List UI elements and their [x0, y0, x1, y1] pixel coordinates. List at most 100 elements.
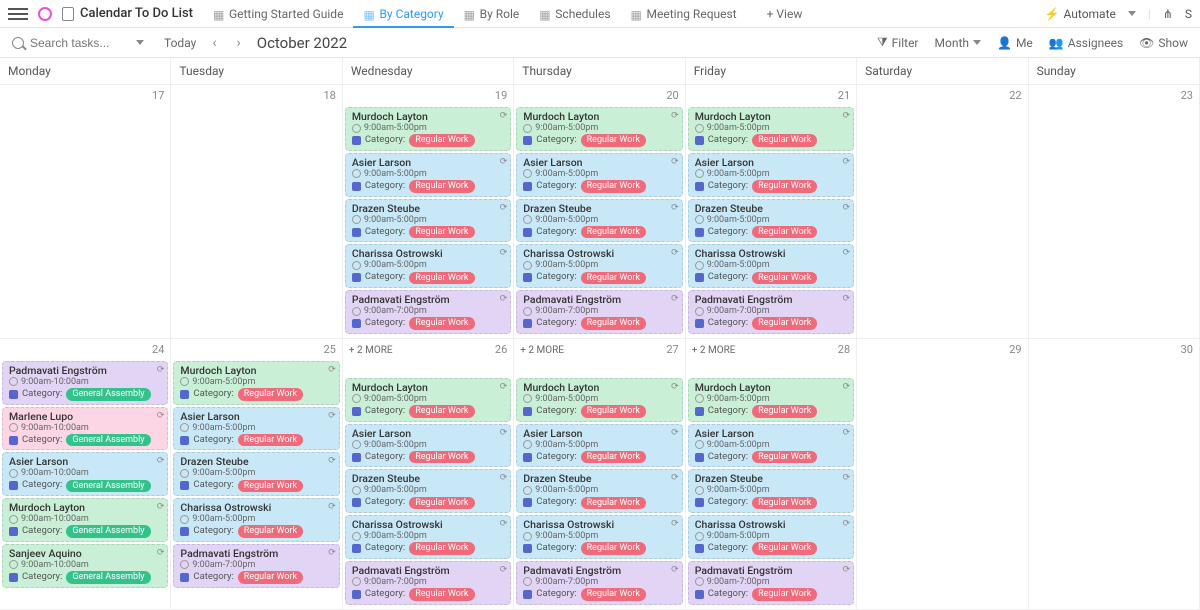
calendar-event[interactable]: ⟳Asier Larson9:00am-5:00pmCategory:Regul…	[688, 424, 854, 468]
next-month-button[interactable]: ›	[233, 35, 245, 51]
calendar-event[interactable]: ⟳Drazen Steube9:00am-5:00pmCategory:Regu…	[516, 199, 682, 243]
calendar-event[interactable]: ⟳Drazen Steube9:00am-5:00pmCategory:Regu…	[173, 452, 339, 496]
view-tab-schedules[interactable]: ▦Schedules	[529, 0, 620, 27]
category-tag[interactable]: Regular Work	[409, 451, 474, 463]
category-tag[interactable]: Regular Work	[752, 180, 817, 192]
calendar-cell[interactable]: 24⟳Padmavati Engström9:00am-10:00amCateg…	[0, 339, 171, 610]
calendar-event[interactable]: ⟳Murdoch Layton9:00am-10:00amCategory:Ge…	[2, 498, 168, 542]
calendar-event[interactable]: ⟳Padmavati Engström9:00am-7:00pmCategory…	[688, 561, 854, 605]
me-button[interactable]: 👤Me	[997, 36, 1033, 50]
calendar-event[interactable]: ⟳Murdoch Layton9:00am-5:00pmCategory:Reg…	[516, 107, 682, 151]
calendar-event[interactable]: ⟳Charissa Ostrowski9:00am-5:00pmCategory…	[345, 244, 511, 288]
calendar-event[interactable]: ⟳Marlene Lupo9:00am-10:00amCategory:Gene…	[2, 407, 168, 451]
calendar-event[interactable]: ⟳Padmavati Engström9:00am-7:00pmCategory…	[173, 544, 339, 588]
calendar-event[interactable]: ⟳Drazen Steube9:00am-5:00pmCategory:Regu…	[688, 469, 854, 513]
category-tag[interactable]: Regular Work	[752, 405, 817, 417]
calendar-event[interactable]: ⟳Padmavati Engström9:00am-7:00pmCategory…	[688, 290, 854, 334]
calendar-event[interactable]: ⟳Asier Larson9:00am-10:00amCategory:Gene…	[2, 452, 168, 496]
category-tag[interactable]: Regular Work	[581, 272, 646, 284]
category-tag[interactable]: Regular Work	[581, 405, 646, 417]
calendar-event[interactable]: ⟳Charissa Ostrowski9:00am-5:00pmCategory…	[516, 515, 682, 559]
calendar-cell[interactable]: 26+ 2 MORE⟳Murdoch Layton9:00am-5:00pmCa…	[343, 339, 514, 610]
calendar-event[interactable]: ⟳Asier Larson9:00am-5:00pmCategory:Regul…	[516, 424, 682, 468]
automate-button[interactable]: ⚡ Automate	[1045, 7, 1116, 21]
category-tag[interactable]: General Assembly	[66, 388, 150, 400]
calendar-event[interactable]: ⟳Murdoch Layton9:00am-5:00pmCategory:Reg…	[516, 378, 682, 422]
view-tab-by-category[interactable]: ▦By Category	[353, 0, 453, 27]
assignees-button[interactable]: 👥Assignees	[1049, 36, 1123, 50]
calendar-event[interactable]: ⟳Murdoch Layton9:00am-5:00pmCategory:Reg…	[688, 107, 854, 151]
calendar-event[interactable]: ⟳Asier Larson9:00am-5:00pmCategory:Regul…	[345, 424, 511, 468]
category-tag[interactable]: General Assembly	[66, 525, 150, 537]
calendar-event[interactable]: ⟳Sanjeev Aquino9:00am-10:00amCategory:Ge…	[2, 544, 168, 588]
calendar-event[interactable]: ⟳Charissa Ostrowski9:00am-5:00pmCategory…	[516, 244, 682, 288]
category-tag[interactable]: Regular Work	[581, 497, 646, 509]
more-events-link[interactable]: + 2 MORE	[345, 343, 511, 358]
category-tag[interactable]: Regular Work	[409, 226, 474, 238]
category-tag[interactable]: Regular Work	[238, 480, 303, 492]
calendar-event[interactable]: ⟳Murdoch Layton9:00am-5:00pmCategory:Reg…	[688, 378, 854, 422]
view-tab-meeting-request[interactable]: ▦Meeting Request	[621, 0, 747, 27]
share-icon[interactable]: ⋔	[1163, 7, 1173, 21]
calendar-event[interactable]: ⟳Murdoch Layton9:00am-5:00pmCategory:Reg…	[345, 378, 511, 422]
category-tag[interactable]: General Assembly	[66, 571, 150, 583]
calendar-event[interactable]: ⟳Drazen Steube9:00am-5:00pmCategory:Regu…	[345, 469, 511, 513]
more-events-link[interactable]: + 2 MORE	[688, 343, 854, 358]
category-tag[interactable]: Regular Work	[581, 180, 646, 192]
category-tag[interactable]: Regular Work	[752, 272, 817, 284]
category-tag[interactable]: Regular Work	[581, 134, 646, 146]
calendar-cell[interactable]: 30	[1029, 339, 1200, 610]
category-tag[interactable]: Regular Work	[238, 434, 303, 446]
view-tab-getting-started-guide[interactable]: ▦Getting Started Guide	[203, 0, 353, 27]
chevron-down-icon[interactable]	[136, 40, 144, 45]
calendar-event[interactable]: ⟳Drazen Steube9:00am-5:00pmCategory:Regu…	[516, 469, 682, 513]
calendar-event[interactable]: ⟳Drazen Steube9:00am-5:00pmCategory:Regu…	[688, 199, 854, 243]
calendar-cell[interactable]: 21⟳Murdoch Layton9:00am-5:00pmCategory:R…	[686, 85, 857, 339]
calendar-cell[interactable]: 25⟳Murdoch Layton9:00am-5:00pmCategory:R…	[171, 339, 342, 610]
calendar-event[interactable]: ⟳Padmavati Engström9:00am-7:00pmCategory…	[345, 290, 511, 334]
category-tag[interactable]: Regular Work	[409, 272, 474, 284]
calendar-event[interactable]: ⟳Padmavati Engström9:00am-7:00pmCategory…	[516, 290, 682, 334]
search-input[interactable]	[30, 36, 130, 50]
chevron-down-icon[interactable]	[1128, 11, 1136, 16]
list-title[interactable]: Calendar To Do List	[62, 6, 193, 21]
category-tag[interactable]: Regular Work	[752, 497, 817, 509]
category-tag[interactable]: Regular Work	[581, 542, 646, 554]
more-events-link[interactable]: + 2 MORE	[516, 343, 682, 358]
calendar-event[interactable]: ⟳Padmavati Engström9:00am-7:00pmCategory…	[345, 561, 511, 605]
filter-button[interactable]: ⧩Filter	[877, 35, 919, 50]
menu-icon[interactable]	[8, 8, 28, 20]
search-box[interactable]	[12, 36, 152, 50]
calendar-event[interactable]: ⟳Padmavati Engström9:00am-10:00amCategor…	[2, 361, 168, 405]
category-tag[interactable]: Regular Work	[752, 451, 817, 463]
calendar-cell[interactable]: 22	[857, 85, 1028, 339]
category-tag[interactable]: General Assembly	[66, 434, 150, 446]
category-tag[interactable]: Regular Work	[238, 571, 303, 583]
category-tag[interactable]: Regular Work	[752, 542, 817, 554]
view-tab-by-role[interactable]: ▦By Role	[454, 0, 530, 27]
show-button[interactable]: 👁Show	[1139, 36, 1188, 50]
calendar-event[interactable]: ⟳Drazen Steube9:00am-5:00pmCategory:Regu…	[345, 199, 511, 243]
category-tag[interactable]: Regular Work	[238, 388, 303, 400]
calendar-event[interactable]: ⟳Padmavati Engström9:00am-7:00pmCategory…	[516, 561, 682, 605]
calendar-event[interactable]: ⟳Charissa Ostrowski9:00am-5:00pmCategory…	[173, 498, 339, 542]
calendar-event[interactable]: ⟳Asier Larson9:00am-5:00pmCategory:Regul…	[345, 153, 511, 197]
category-tag[interactable]: Regular Work	[409, 497, 474, 509]
category-tag[interactable]: Regular Work	[409, 542, 474, 554]
category-tag[interactable]: Regular Work	[752, 226, 817, 238]
calendar-cell[interactable]: 19⟳Murdoch Layton9:00am-5:00pmCategory:R…	[343, 85, 514, 339]
calendar-event[interactable]: ⟳Asier Larson9:00am-5:00pmCategory:Regul…	[688, 153, 854, 197]
calendar-event[interactable]: ⟳Charissa Ostrowski9:00am-5:00pmCategory…	[688, 244, 854, 288]
category-tag[interactable]: Regular Work	[752, 588, 817, 600]
category-tag[interactable]: Regular Work	[409, 588, 474, 600]
category-tag[interactable]: Regular Work	[752, 317, 817, 329]
calendar-event[interactable]: ⟳Charissa Ostrowski9:00am-5:00pmCategory…	[688, 515, 854, 559]
calendar-cell[interactable]: 18	[171, 85, 342, 339]
category-tag[interactable]: Regular Work	[581, 451, 646, 463]
calendar-cell[interactable]: 27+ 2 MORE⟳Murdoch Layton9:00am-5:00pmCa…	[514, 339, 685, 610]
calendar-event[interactable]: ⟳Murdoch Layton9:00am-5:00pmCategory:Reg…	[173, 361, 339, 405]
month-select[interactable]: Month	[935, 36, 981, 50]
category-tag[interactable]: Regular Work	[581, 317, 646, 329]
calendar-event[interactable]: ⟳Charissa Ostrowski9:00am-5:00pmCategory…	[345, 515, 511, 559]
category-tag[interactable]: Regular Work	[752, 134, 817, 146]
